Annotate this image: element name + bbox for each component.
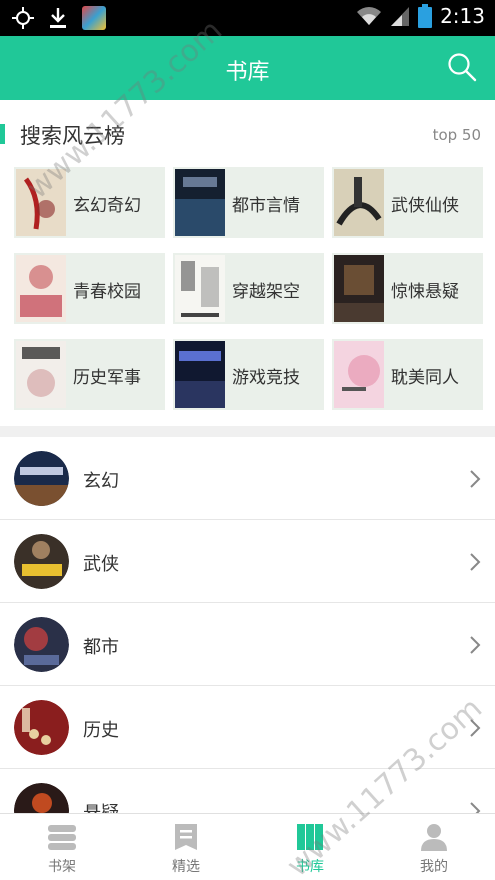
chevron-right-icon — [470, 636, 481, 654]
status-bar: 2:13 — [0, 0, 495, 36]
genre-cell[interactable]: 惊悚悬疑 — [332, 253, 483, 324]
category-list: 玄幻 武侠 都市 历史 — [0, 437, 495, 813]
genre-cell[interactable]: 青春校园 — [14, 253, 165, 324]
book-cover-image — [334, 341, 384, 408]
category-avatar — [14, 617, 69, 672]
list-item[interactable]: 悬疑 — [0, 769, 495, 813]
list-item[interactable]: 武侠 — [0, 520, 495, 603]
page-title: 书库 — [225, 60, 270, 85]
genre-grid: 玄幻奇幻 都市言情 武侠仙侠 青春校园 穿越架空 惊悚悬疑 历史军事 游戏竞技 … — [14, 167, 483, 410]
genre-label: 玄幻奇幻 — [73, 196, 141, 216]
wifi-icon — [357, 7, 382, 25]
section-title: 搜索风云榜 — [20, 124, 125, 148]
tab-label: 书架 — [48, 859, 76, 875]
chevron-right-icon — [470, 719, 481, 737]
profile-icon — [421, 824, 447, 851]
featured-icon — [175, 824, 197, 850]
genre-label: 武侠仙侠 — [391, 196, 459, 216]
bookshelf-icon — [48, 825, 76, 850]
category-avatar — [14, 451, 69, 506]
book-cover-image — [334, 169, 384, 236]
status-right: 2:13 — [356, 4, 485, 28]
genre-label: 历史军事 — [73, 368, 141, 388]
tab-label: 书库 — [296, 859, 324, 875]
book-cover-image — [175, 341, 225, 408]
book-cover-image — [16, 255, 66, 322]
genre-label: 惊悚悬疑 — [391, 282, 459, 302]
book-cover-image — [175, 255, 225, 322]
tab-bookshelf[interactable]: 书架 — [0, 814, 124, 880]
genre-cell[interactable]: 都市言情 — [173, 167, 324, 238]
download-icon — [50, 8, 66, 28]
list-item[interactable]: 历史 — [0, 686, 495, 769]
book-cover-image — [175, 169, 225, 236]
genre-cell[interactable]: 武侠仙侠 — [332, 167, 483, 238]
list-item[interactable]: 玄幻 — [0, 437, 495, 520]
app-header: 书库 — [0, 36, 495, 100]
category-avatar — [14, 783, 69, 813]
genre-label: 青春校园 — [73, 282, 141, 302]
section-accent-bar — [0, 124, 5, 144]
genre-label: 穿越架空 — [232, 282, 300, 302]
category-label: 玄幻 — [83, 471, 119, 492]
top-50-link[interactable]: top 50 — [433, 126, 481, 144]
signal-icon — [391, 7, 410, 26]
genre-cell[interactable]: 耽美同人 — [332, 339, 483, 410]
search-ranking-section: 搜索风云榜 top 50 玄幻奇幻 都市言情 武侠仙侠 青春校园 穿越架空 惊悚… — [0, 100, 495, 426]
gps-icon — [12, 7, 34, 29]
chevron-right-icon — [470, 802, 481, 813]
tab-label: 我的 — [420, 859, 448, 875]
genre-cell[interactable]: 历史军事 — [14, 339, 165, 410]
category-label: 都市 — [83, 637, 119, 658]
chevron-right-icon — [470, 470, 481, 488]
app-notification-icon — [82, 6, 106, 30]
battery-icon — [418, 4, 433, 28]
library-icon — [297, 824, 323, 850]
category-label: 武侠 — [83, 554, 119, 575]
genre-cell[interactable]: 游戏竞技 — [173, 339, 324, 410]
search-icon[interactable] — [447, 52, 477, 82]
status-left — [12, 6, 106, 30]
book-cover-image — [334, 255, 384, 322]
book-cover-image — [16, 169, 66, 236]
genre-label: 游戏竞技 — [232, 368, 300, 388]
genre-label: 都市言情 — [232, 196, 300, 216]
chevron-right-icon — [470, 553, 481, 571]
genre-cell[interactable]: 玄幻奇幻 — [14, 167, 165, 238]
category-label: 悬疑 — [83, 799, 119, 813]
category-avatar — [14, 534, 69, 589]
list-item[interactable]: 都市 — [0, 603, 495, 686]
book-cover-image — [16, 341, 66, 408]
tab-profile[interactable]: 我的 — [372, 814, 495, 880]
genre-cell[interactable]: 穿越架空 — [173, 253, 324, 324]
status-time: 2:13 — [440, 4, 485, 28]
tab-featured[interactable]: 精选 — [124, 814, 248, 880]
tab-library[interactable]: 书库 — [248, 814, 372, 880]
bottom-tab-bar: 书架 精选 书库 我的 — [0, 813, 495, 880]
category-avatar — [14, 700, 69, 755]
tab-label: 精选 — [172, 859, 200, 875]
category-label: 历史 — [83, 720, 119, 741]
genre-label: 耽美同人 — [391, 368, 459, 388]
